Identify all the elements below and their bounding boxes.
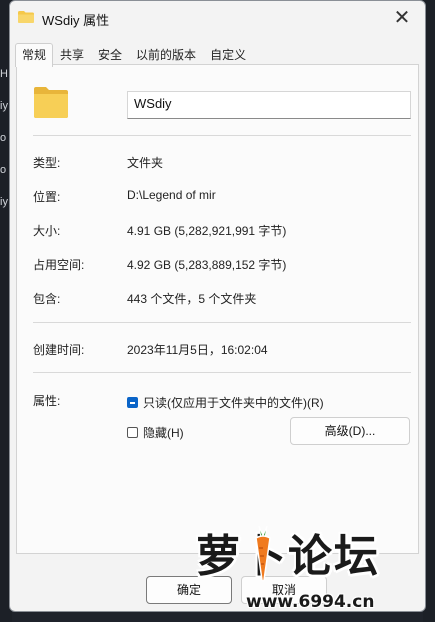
close-icon: ✕	[393, 7, 411, 29]
separator	[33, 135, 411, 136]
hidden-checkbox[interactable]: 隐藏(H)	[127, 424, 184, 441]
checkbox-unchecked-icon	[127, 427, 138, 438]
folder-name-input[interactable]: WSdiy	[127, 91, 411, 119]
watermark-url: www.6994.cn	[246, 592, 375, 612]
window-title: WSdiy 属性	[42, 13, 110, 28]
close-button[interactable]: ✕	[385, 3, 419, 33]
tab-security[interactable]: 安全	[91, 43, 129, 66]
contains-label: 包含:	[33, 292, 61, 306]
readonly-checkbox[interactable]: 只读(仅应用于文件夹中的文件)(R)	[127, 394, 324, 411]
separator	[33, 372, 411, 373]
attributes-label: 属性:	[33, 394, 61, 408]
type-label: 类型:	[33, 156, 61, 170]
watermark-logo: 萝卜论坛 www.6994.cn	[190, 520, 430, 620]
advanced-button[interactable]: 高级(D)...	[290, 417, 410, 445]
title-bar[interactable]: WSdiy 属性 ✕	[10, 1, 425, 37]
created-label: 创建时间:	[33, 343, 85, 357]
folder-large-icon	[34, 87, 68, 118]
size-label: 大小:	[33, 224, 61, 238]
watermark-text: 萝卜论坛	[196, 531, 380, 582]
tab-general[interactable]: 常规	[15, 43, 54, 67]
tab-previous-versions[interactable]: 以前的版本	[129, 43, 203, 66]
location-label: 位置:	[33, 190, 61, 204]
tab-customize[interactable]: 自定义	[203, 43, 253, 66]
size-value: 4.91 GB (5,282,921,991 字节)	[127, 224, 287, 238]
checkbox-indeterminate-icon	[127, 397, 138, 408]
separator	[33, 322, 411, 323]
general-panel: WSdiy 类型: 文件夹 位置: D:\Legend of mir 大小: 4…	[16, 64, 419, 554]
tab-bar: 常规 共享 安全 以前的版本 自定义	[15, 43, 253, 67]
type-value: 文件夹	[127, 156, 164, 170]
disk-size-label: 占用空间:	[33, 258, 85, 272]
location-value: D:\Legend of mir	[127, 188, 216, 202]
folder-icon	[18, 11, 34, 23]
tab-sharing[interactable]: 共享	[53, 43, 91, 66]
readonly-label: 只读(仅应用于文件夹中的文件)(R)	[143, 396, 324, 410]
carrot-icon	[255, 525, 271, 582]
created-value: 2023年11月5日，16:02:04	[127, 343, 268, 357]
contains-value: 443 个文件，5 个文件夹	[127, 292, 257, 306]
hidden-label: 隐藏(H)	[143, 426, 184, 440]
disk-size-value: 4.92 GB (5,283,889,152 字节)	[127, 258, 287, 272]
